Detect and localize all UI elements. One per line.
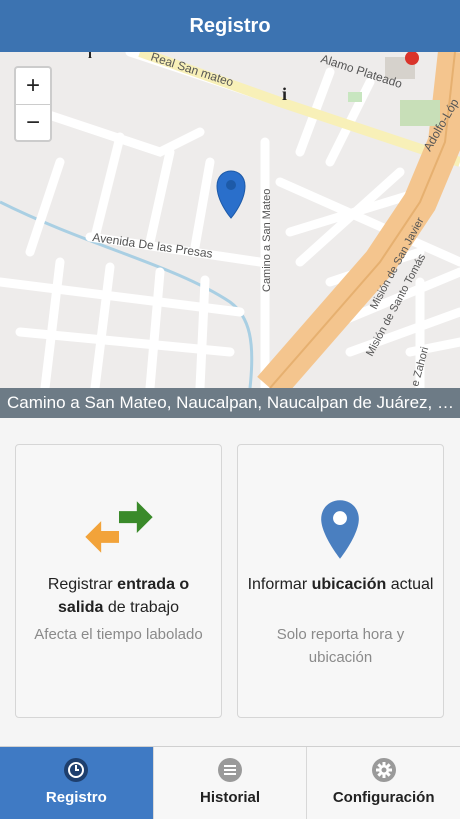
street-label-camino: Camino a San Mateo xyxy=(261,189,273,292)
tab-bar: Registro Historial Configuración xyxy=(0,746,460,819)
tab-registro[interactable]: Registro xyxy=(0,747,154,819)
entry-exit-arrows-icon xyxy=(85,501,153,553)
svg-text:i: i xyxy=(88,52,92,62)
register-entry-card[interactable]: Registrar entrada o salida de trabajo Af… xyxy=(15,444,222,718)
location-card-subtitle: Solo reporta hora y ubicación xyxy=(276,626,405,666)
street-label-real-san-mateo: Real San mateo xyxy=(149,52,235,90)
svg-text:i: i xyxy=(282,84,287,104)
tab-configuracion[interactable]: Configuración xyxy=(307,747,460,819)
tab-historial[interactable]: Historial xyxy=(154,747,308,819)
zoom-control: + − xyxy=(14,66,52,142)
map-canvas: i i Real San mateo Alamo Plateado Adolfo… xyxy=(0,52,460,388)
zoom-out-button[interactable]: − xyxy=(16,105,50,141)
address-bar: Camino a San Mateo, Naucalpan, Naucalpan… xyxy=(0,388,460,418)
entry-card-title: Registrar entrada o salida de trabajo xyxy=(47,576,190,616)
gear-icon xyxy=(371,758,396,782)
map-pin-icon xyxy=(216,170,246,219)
page-title: Registro xyxy=(189,14,271,37)
entry-card-subtitle: Afecta el tiempo labolado xyxy=(34,626,203,643)
app-header: Registro xyxy=(0,0,460,52)
zoom-in-button[interactable]: + xyxy=(16,68,50,105)
tab-registro-label: Registro xyxy=(45,789,107,806)
report-location-card[interactable]: Informar ubicación actual Solo reporta h… xyxy=(237,444,444,718)
location-pin-icon xyxy=(321,500,359,559)
tab-historial-label: Historial xyxy=(200,789,261,806)
map-view[interactable]: i i Real San mateo Alamo Plateado Adolfo… xyxy=(0,52,460,388)
tab-configuracion-label: Configuración xyxy=(332,789,435,806)
location-card-title: Informar ubicación actual xyxy=(247,576,434,593)
clock-icon xyxy=(64,758,89,782)
list-icon xyxy=(218,758,242,782)
